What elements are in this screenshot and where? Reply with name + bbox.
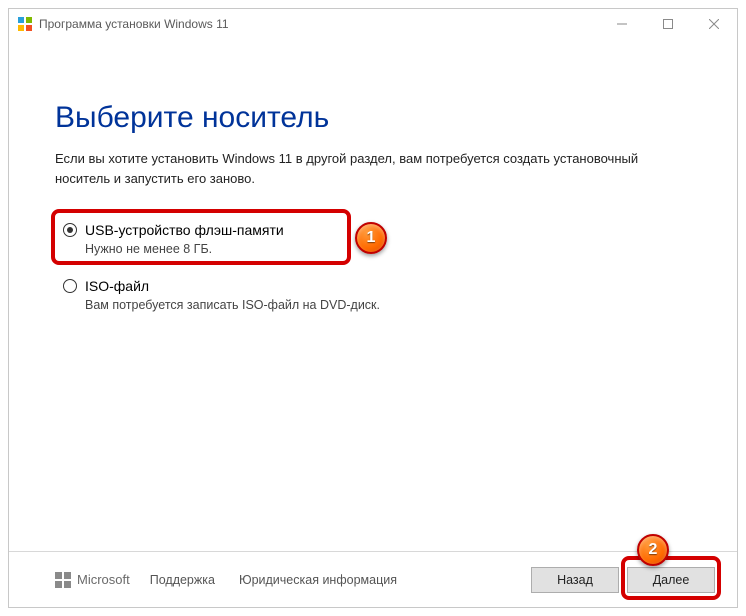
option-usb-desc: Нужно не менее 8 ГБ.	[85, 242, 691, 256]
media-options: USB-устройство флэш-памяти Нужно не мене…	[63, 216, 691, 318]
titlebar-controls	[599, 9, 737, 39]
nav-buttons: Назад Далее	[531, 567, 715, 593]
option-iso-label: ISO-файл	[85, 278, 149, 294]
radio-iso[interactable]	[63, 279, 77, 293]
footer: Microsoft Поддержка Юридическая информац…	[9, 551, 737, 607]
close-button[interactable]	[691, 9, 737, 39]
next-button[interactable]: Далее	[627, 567, 715, 593]
maximize-button[interactable]	[645, 9, 691, 39]
back-button[interactable]: Назад	[531, 567, 619, 593]
legal-link[interactable]: Юридическая информация	[239, 573, 397, 587]
microsoft-logo: Microsoft	[55, 572, 130, 588]
option-iso[interactable]: ISO-файл Вам потребуется записать ISO-фа…	[63, 272, 691, 318]
window-title: Программа установки Windows 11	[39, 17, 229, 31]
option-iso-desc: Вам потребуется записать ISO-файл на DVD…	[85, 298, 691, 312]
option-usb-label: USB-устройство флэш-памяти	[85, 222, 284, 238]
page-subtext: Если вы хотите установить Windows 11 в д…	[55, 149, 691, 188]
page-title: Выберите носитель	[55, 101, 691, 135]
installer-window: Программа установки Windows 11 Выберите …	[8, 8, 738, 608]
radio-usb[interactable]	[63, 223, 77, 237]
microsoft-text: Microsoft	[77, 572, 130, 587]
option-usb[interactable]: USB-устройство флэш-памяти Нужно не мене…	[63, 216, 691, 262]
content-area: Выберите носитель Если вы хотите установ…	[9, 39, 737, 318]
titlebar: Программа установки Windows 11	[9, 9, 737, 39]
support-link[interactable]: Поддержка	[150, 573, 215, 587]
microsoft-icon	[55, 572, 71, 588]
app-icon	[17, 16, 33, 32]
minimize-button[interactable]	[599, 9, 645, 39]
